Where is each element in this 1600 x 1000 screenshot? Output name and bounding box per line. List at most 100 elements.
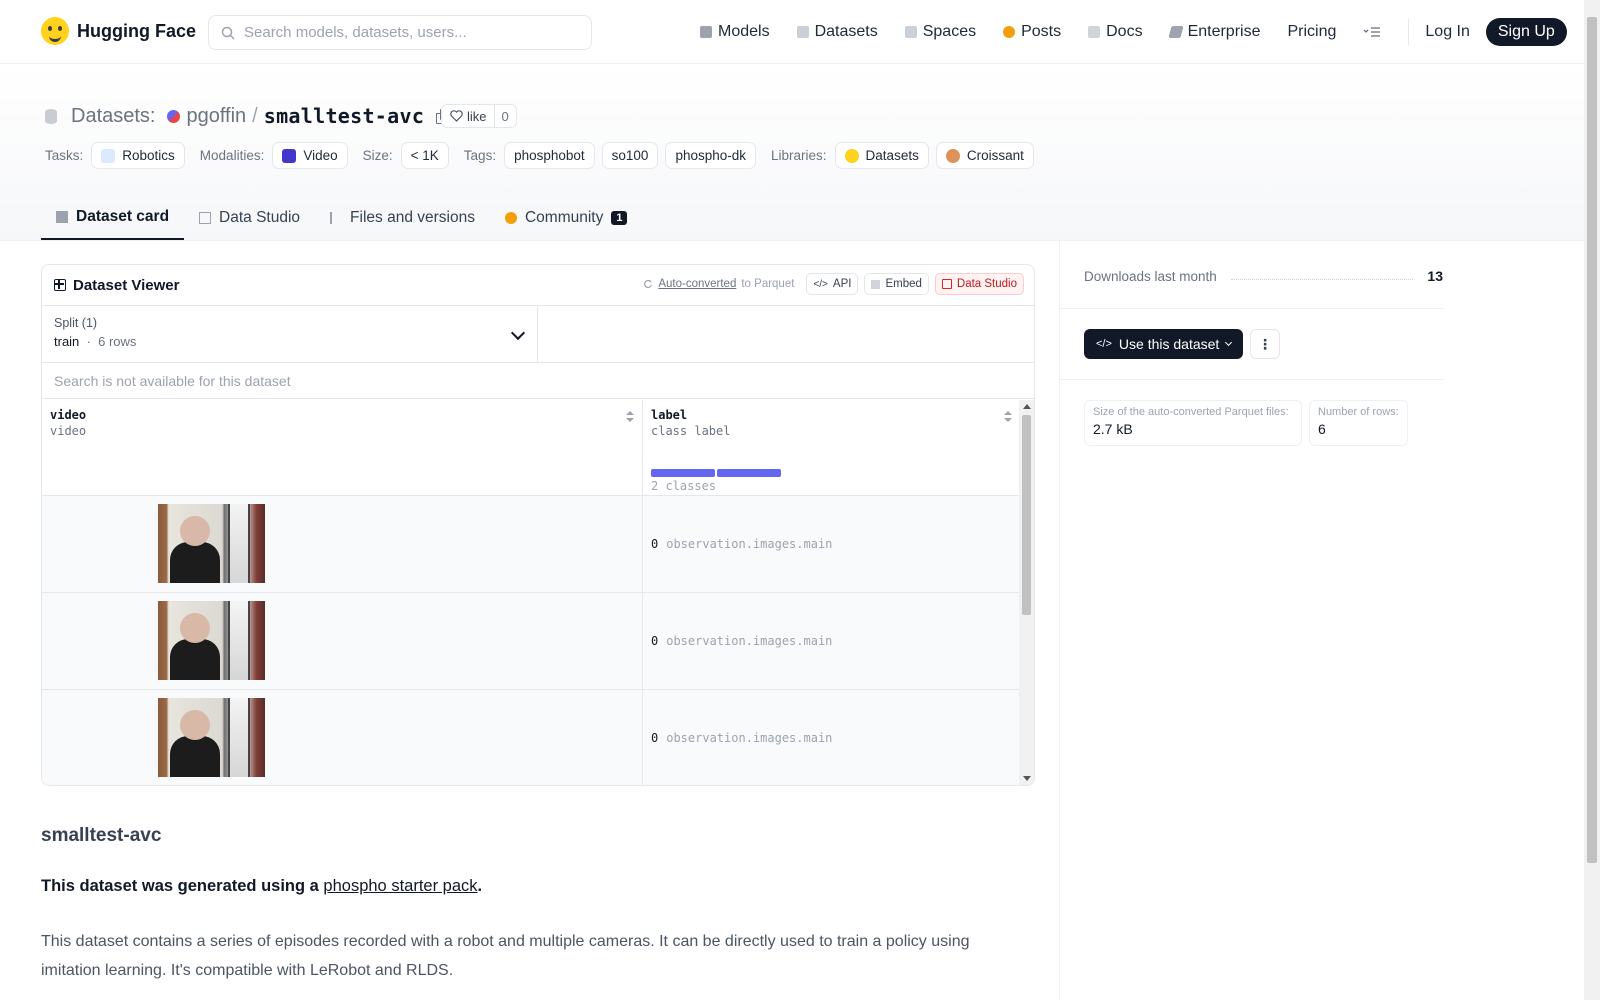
- search-box[interactable]: [208, 15, 592, 50]
- sort-icon[interactable]: [1004, 411, 1012, 423]
- class-distribution-bar[interactable]: [651, 469, 781, 477]
- class-bar[interactable]: [651, 469, 715, 477]
- video-thumbnail[interactable]: [158, 601, 265, 680]
- owner-link[interactable]: pgoffin: [186, 105, 246, 128]
- task-chip-robotics[interactable]: Robotics: [91, 142, 185, 169]
- parquet-size-stat: Size of the auto-converted Parquet files…: [1084, 400, 1302, 446]
- like-toggle[interactable]: like: [442, 105, 495, 127]
- code-icon: </>: [1096, 338, 1112, 350]
- viewer-search-unavailable: Search is not available for this dataset: [42, 363, 1034, 399]
- stat-key: Number of rows:: [1318, 406, 1399, 418]
- column-header-video[interactable]: video video: [42, 400, 643, 495]
- heart-icon: [450, 110, 463, 122]
- tab-dataset-card[interactable]: Dataset card: [41, 195, 185, 240]
- table-row: 0 observation.images.main: [42, 496, 1020, 593]
- modality-label: Video: [303, 148, 338, 163]
- library-label: Datasets: [865, 148, 919, 163]
- library-chip-croissant[interactable]: Croissant: [935, 142, 1034, 169]
- label-cell: 0 observation.images.main: [643, 593, 1020, 689]
- intro-suffix: .: [477, 877, 483, 895]
- tab-label: Data Studio: [219, 208, 301, 226]
- use-this-dataset-button[interactable]: </> Use this dataset: [1084, 329, 1244, 359]
- table-icon: [54, 279, 66, 291]
- autoconverted-link[interactable]: Auto-converted: [658, 278, 736, 290]
- size-chip[interactable]: < 1K: [400, 142, 449, 169]
- row-count-stat: Number of rows: 6: [1309, 400, 1408, 446]
- dataset-name[interactable]: smalltest-avc: [264, 104, 424, 128]
- owner-avatar[interactable]: [167, 109, 181, 123]
- class-bar[interactable]: [717, 469, 781, 477]
- tab-community[interactable]: Community 1: [490, 195, 643, 240]
- table-row: 0 observation.images.main: [42, 690, 1020, 785]
- label-value: 0: [651, 537, 659, 551]
- grid-icon: [904, 26, 917, 38]
- nav-enterprise[interactable]: Enterprise: [1167, 23, 1260, 41]
- chevron-down-icon: [1225, 338, 1233, 347]
- table-icon: [941, 279, 952, 289]
- scrollbar-thumb[interactable]: [1022, 415, 1031, 615]
- login-link[interactable]: Log In: [1425, 23, 1469, 41]
- nav-spaces[interactable]: Spaces: [904, 23, 976, 41]
- tab-data-studio[interactable]: Data Studio: [184, 195, 315, 240]
- like-count[interactable]: 0: [495, 109, 516, 124]
- nav-more-menu[interactable]: [1363, 26, 1381, 38]
- scroll-down-icon[interactable]: [1023, 776, 1031, 781]
- brand-logo[interactable]: Hugging Face: [41, 17, 196, 45]
- card-heading: smalltest-avc: [41, 825, 162, 846]
- downloads-label: Downloads last month: [1084, 268, 1217, 284]
- tag-chip-so100[interactable]: so100: [601, 142, 659, 169]
- api-button[interactable]: </> API: [806, 273, 859, 295]
- split-name: train: [54, 334, 80, 349]
- nav-posts[interactable]: Posts: [1003, 23, 1061, 41]
- library-chip-datasets[interactable]: Datasets: [834, 142, 929, 169]
- data-studio-button[interactable]: Data Studio: [934, 273, 1024, 295]
- nav-models-label: Models: [718, 23, 770, 40]
- nav-datasets-label: Datasets: [814, 23, 878, 40]
- tab-files-and-versions[interactable]: Files and versions: [315, 195, 490, 240]
- more-options-button[interactable]: ⋮: [1250, 329, 1280, 359]
- nav-datasets[interactable]: Datasets: [796, 23, 878, 41]
- video-icon: [282, 148, 297, 163]
- label-name: observation.images.main: [666, 634, 833, 648]
- column-type: class label: [651, 424, 731, 438]
- libraries-key: Libraries:: [771, 148, 827, 163]
- downloads-stat: Downloads last month 13: [1084, 268, 1443, 284]
- stat-key: Size of the auto-converted Parquet files…: [1093, 406, 1289, 418]
- database-icon: [45, 108, 57, 124]
- scroll-up-icon[interactable]: [1023, 404, 1031, 409]
- nav-docs[interactable]: Docs: [1088, 23, 1143, 41]
- signup-button[interactable]: Sign Up: [1485, 18, 1567, 46]
- library-label: Croissant: [966, 148, 1024, 163]
- tag-chip-phospho-dk[interactable]: phospho-dk: [665, 142, 757, 169]
- split-selector[interactable]: Split (1) train · 6 rows: [42, 306, 538, 362]
- phospho-starter-pack-link[interactable]: phospho starter pack: [323, 877, 477, 895]
- nav-models[interactable]: Models: [700, 23, 770, 41]
- size-key: Size:: [362, 148, 393, 163]
- label-value: 0: [651, 731, 659, 745]
- nav-pricing[interactable]: Pricing: [1287, 23, 1336, 41]
- card-description: This dataset contains a series of episod…: [41, 933, 970, 979]
- table-row: 0 observation.images.main: [42, 593, 1020, 690]
- label-name: observation.images.main: [666, 537, 833, 551]
- community-icon: [504, 211, 517, 224]
- video-cell: [42, 593, 643, 689]
- modality-chip-video[interactable]: Video: [272, 142, 348, 169]
- section-label[interactable]: Datasets:: [71, 105, 155, 128]
- data-studio-label: Data Studio: [956, 278, 1017, 290]
- video-thumbnail[interactable]: [158, 698, 265, 777]
- viewer-header: Dataset Viewer Auto-converted to Parquet …: [42, 265, 1034, 306]
- table-scrollbar[interactable]: [1019, 400, 1034, 785]
- embed-button[interactable]: Embed: [864, 273, 929, 295]
- search-input[interactable]: [244, 24, 564, 41]
- tags-key: Tags:: [463, 148, 497, 163]
- video-thumbnail[interactable]: [158, 504, 265, 583]
- column-header-label[interactable]: label class label 2 classes: [643, 400, 1020, 495]
- tag-chip-phosphobot[interactable]: phosphobot: [504, 142, 595, 169]
- split-selector-row: Split (1) train · 6 rows: [42, 306, 1034, 363]
- like-button[interactable]: like 0: [441, 104, 517, 128]
- files-icon: [330, 211, 342, 224]
- page-scrollbar-thumb[interactable]: [1587, 17, 1597, 863]
- page-scrollbar[interactable]: [1584, 0, 1600, 1000]
- sort-icon[interactable]: [626, 411, 634, 423]
- search-icon: [221, 26, 235, 40]
